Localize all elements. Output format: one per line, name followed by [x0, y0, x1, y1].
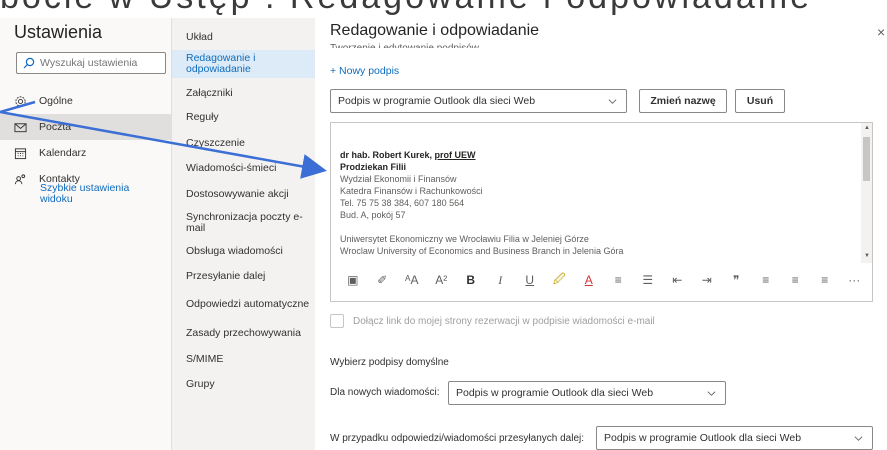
cropped-caption: bocie w Ustęp . Redagowanie i odpowiadan…	[0, 0, 887, 18]
align-center-icon[interactable]: ≡	[784, 271, 808, 289]
signature-line: Bud. A, pokój 57	[340, 210, 406, 220]
nav-item-mail[interactable]: Poczta	[0, 114, 172, 140]
reply-forward-label: W przypadku odpowiedzi/wiadomości przesy…	[330, 433, 585, 444]
new-messages-select[interactable]: Podpis w programie Outlook dla sieci Web	[448, 381, 726, 405]
scroll-down-icon[interactable]: ▼	[864, 253, 870, 259]
menu-item-smime[interactable]: S/MIME	[172, 348, 315, 370]
settings-title: Ustawienia	[14, 22, 103, 42]
menu-item-retention[interactable]: Zasady przechowywania	[172, 322, 315, 344]
decrease-indent-icon[interactable]: ⇤	[666, 271, 690, 289]
scroll-up-icon[interactable]: ▲	[864, 125, 870, 131]
chevron-down-icon	[608, 99, 617, 104]
superscript-icon[interactable]: A²	[430, 271, 454, 289]
numbering-icon[interactable]: ☰	[636, 271, 660, 289]
menu-item-sync[interactable]: Synchronizacja poczty e-mail	[172, 209, 315, 237]
signature-line: Wydział Ekonomii i Finansów	[340, 174, 457, 184]
booking-link-option[interactable]: Dołącz link do mojej strony rezerwacji w…	[330, 314, 655, 328]
booking-link-checkbox[interactable]	[330, 314, 344, 328]
signature-select[interactable]: Podpis w programie Outlook dla sieci Web	[330, 89, 627, 113]
booking-link-label: Dołącz link do mojej strony rezerwacji w…	[353, 315, 655, 327]
signature-text[interactable]: dr hab. Robert Kurek, prof UEW Prodzieka…	[340, 149, 860, 259]
gear-icon	[15, 95, 26, 107]
align-right-icon[interactable]: ≡	[813, 271, 837, 289]
menu-item-attachments[interactable]: Załączniki	[172, 82, 315, 104]
search-icon	[23, 57, 35, 69]
search-input[interactable]	[40, 57, 160, 69]
bold-icon[interactable]: B	[459, 271, 483, 289]
menu-item-groups[interactable]: Grupy	[172, 373, 315, 395]
page-title: Redagowanie i odpowiadanie	[330, 22, 540, 39]
insert-image-icon[interactable]: ▣	[341, 271, 365, 289]
quote-icon[interactable]: ❞	[725, 271, 749, 289]
signature-footer-line: Wroclaw University of Economics and Busi…	[340, 246, 624, 256]
search-box[interactable]	[16, 52, 166, 74]
settings-sidebar: Ustawienia Ogólne Poczta Kalendarz Konta…	[0, 18, 172, 450]
chevron-down-icon	[707, 391, 716, 396]
italic-icon[interactable]: I	[489, 271, 513, 289]
highlight-icon[interactable]: 🖉	[548, 271, 572, 289]
more-options-icon[interactable]: ···	[843, 271, 867, 289]
increase-indent-icon[interactable]: ⇥	[695, 271, 719, 289]
underline-icon[interactable]: U	[518, 271, 542, 289]
people-icon	[14, 173, 26, 184]
mail-settings-menu: Układ Redagowanie i odpowiadanie Załączn…	[172, 18, 315, 450]
settings-panel: Ustawienia Ogólne Poczta Kalendarz Konta…	[0, 18, 887, 450]
font-size-icon[interactable]: ᴬA	[400, 271, 424, 289]
settings-content: Redagowanie i odpowiadanie × Tworzenie i…	[315, 18, 887, 450]
signature-name-title: prof UEW	[434, 150, 476, 160]
close-icon[interactable]: ×	[877, 24, 885, 40]
rename-button[interactable]: Zmień nazwę	[639, 89, 727, 113]
new-signature-link[interactable]: + Nowy podpis	[330, 65, 399, 77]
menu-item-forwarding[interactable]: Przesyłanie dalej	[172, 265, 315, 287]
signature-footer-line: Uniwersytet Ekonomiczny we Wrocławiu Fil…	[340, 234, 589, 244]
menu-item-junk[interactable]: Wiadomości-śmieci	[172, 157, 315, 179]
default-signatures-heading: Wybierz podpisy domyślne	[330, 357, 449, 368]
signature-select-value: Podpis w programie Outlook dla sieci Web	[338, 95, 536, 107]
chevron-down-icon	[854, 436, 863, 441]
editor-scrollbar[interactable]: ▲ ▼	[861, 123, 872, 263]
format-toolbar: ▣ ✐ ᴬA A² B I U 🖉 A ≡ ☰ ⇤ ⇥ ❞ ≡ ≡ ≡ ···	[331, 265, 872, 295]
signature-line: Katedra Finansów i Rachunkowości	[340, 186, 483, 196]
menu-item-compose-reply[interactable]: Redagowanie i odpowiadanie	[172, 50, 315, 78]
reply-forward-select[interactable]: Podpis w programie Outlook dla sieci Web	[596, 426, 873, 450]
nav-item-label: Poczta	[39, 121, 72, 133]
menu-item-customize-actions[interactable]: Dostosowywanie akcji	[172, 183, 315, 205]
signature-role: Prodziekan Filii	[340, 162, 407, 172]
new-messages-label: Dla nowych wiadomości:	[330, 387, 440, 398]
new-messages-value: Podpis w programie Outlook dla sieci Web	[456, 387, 654, 399]
signature-editor[interactable]: dr hab. Robert Kurek, prof UEW Prodzieka…	[330, 122, 873, 302]
nav-item-calendar[interactable]: Kalendarz	[0, 140, 172, 166]
menu-item-rules[interactable]: Reguły	[172, 106, 315, 128]
delete-button[interactable]: Usuń	[735, 89, 785, 113]
align-left-icon[interactable]: ≡	[754, 271, 778, 289]
font-color-icon[interactable]: A	[577, 271, 601, 289]
nav-item-general[interactable]: Ogólne	[0, 88, 172, 114]
menu-item-auto-replies[interactable]: Odpowiedzi automatyczne	[172, 290, 315, 318]
scroll-thumb[interactable]	[863, 137, 870, 181]
menu-item-sweep[interactable]: Czyszczenie	[172, 132, 315, 154]
format-painter-icon[interactable]: ✐	[371, 271, 395, 289]
mail-icon	[14, 122, 27, 132]
reply-forward-value: Podpis w programie Outlook dla sieci Web	[604, 432, 802, 444]
signature-line: Tel. 75 75 38 384, 607 180 564	[340, 198, 465, 208]
signature-name: dr hab. Robert Kurek,	[340, 150, 433, 160]
calendar-icon	[14, 147, 27, 159]
bullets-icon[interactable]: ≡	[607, 271, 631, 289]
nav-item-label: Kalendarz	[39, 147, 87, 159]
quick-settings-link[interactable]: Szybkie ustawienia widoku	[40, 183, 160, 205]
signature-section-heading: Tworzenie i edytowanie podpisów	[330, 43, 479, 48]
menu-item-layout[interactable]: Układ	[172, 26, 315, 48]
menu-item-message-handling[interactable]: Obsługa wiadomości	[172, 240, 315, 262]
nav-item-label: Ogólne	[39, 95, 73, 107]
